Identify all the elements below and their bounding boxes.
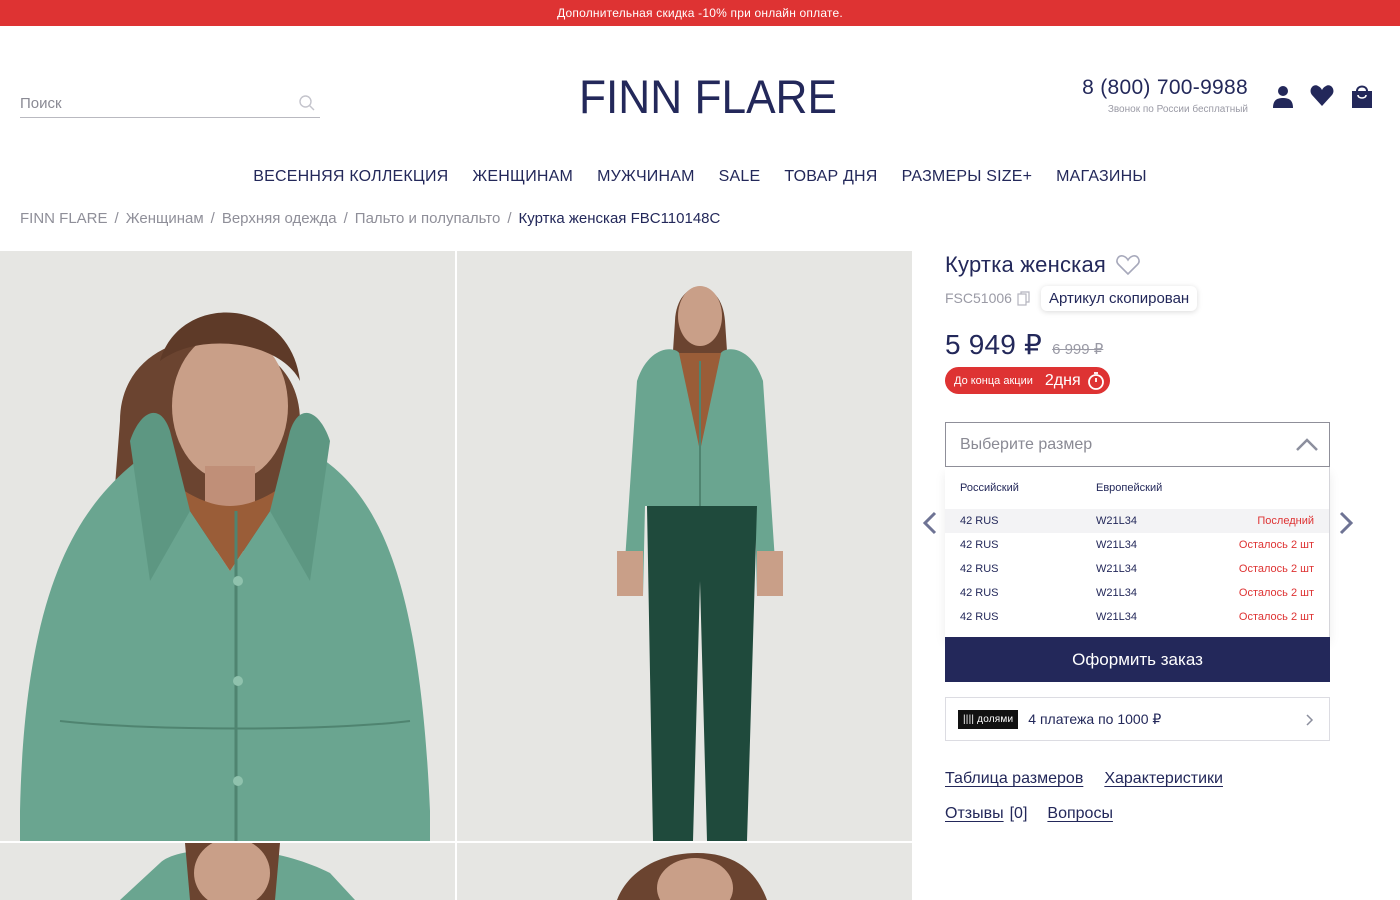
account-icon[interactable] (1270, 82, 1296, 110)
old-price: 6 999 ₽ (1052, 341, 1104, 358)
size-stock: Осталось 2 шт (1238, 563, 1314, 575)
size-ru: 42 RUS (960, 587, 999, 599)
breadcrumb-separator: / (114, 210, 119, 227)
promo-timer-badge: До конца акции 2дня (945, 367, 1110, 394)
product-photo-3[interactable] (0, 843, 455, 900)
breadcrumb-home[interactable]: FINN FLARE (20, 210, 108, 227)
logo[interactable]: FINN FLARE (579, 70, 839, 123)
breadcrumb-current: Куртка женская FBC110148C (518, 210, 721, 227)
sku-copied-toast: Артикул скопирован (1040, 285, 1198, 311)
breadcrumb-women[interactable]: Женщинам (126, 210, 204, 227)
installment-text: 4 платежа по 1000 ₽ (1028, 710, 1162, 727)
size-select-placeholder: Выберите размер (960, 435, 1093, 453)
search-bar (20, 88, 320, 118)
size-header-eu: Европейский (1096, 482, 1163, 494)
reviews-link[interactable]: Отзывы (945, 805, 1004, 823)
promo-timer-label: До конца акции (954, 374, 1033, 387)
size-eu: W21L34 (1096, 611, 1137, 623)
size-ru: 42 RUS (960, 539, 999, 551)
product-photo-1[interactable] (0, 251, 455, 841)
reviews-count: [0] (1009, 805, 1028, 822)
product-links-row-1: Таблица размеров Характеристики (945, 770, 1223, 788)
size-stock: Осталось 2 шт (1238, 539, 1314, 551)
copy-icon[interactable] (1017, 290, 1031, 306)
product-photo-4[interactable] (457, 843, 912, 900)
specs-link[interactable]: Характеристики (1104, 770, 1223, 788)
size-option[interactable]: 42 RUS W21L34 Осталось 2 шт (945, 557, 1329, 581)
product-links-row-2: Отзывы [0] Вопросы (945, 805, 1113, 823)
size-header-ru: Российский (960, 482, 1019, 494)
size-eu: W21L34 (1096, 563, 1137, 575)
promo-banner: Дополнительная скидка -10% при онлайн оп… (0, 0, 1400, 26)
nav-item-size-plus[interactable]: РАЗМЕРЫ SIZE+ (890, 168, 1045, 186)
product-title: Куртка женская (945, 252, 1107, 277)
dolyami-logo: |||| долями (958, 709, 1019, 729)
breadcrumb-coats[interactable]: Пальто и полупальто (355, 210, 501, 227)
size-select[interactable]: Выберите размер (945, 422, 1330, 467)
size-option[interactable]: 42 RUS W21L34 Осталось 2 шт (945, 605, 1329, 629)
size-option[interactable]: 42 RUS W21L34 Осталось 2 шт (945, 581, 1329, 605)
size-dropdown: Российский Европейский 42 RUS W21L34 Пос… (945, 467, 1330, 637)
breadcrumb: FINN FLARE / Женщинам / Верхняя одежда /… (20, 210, 720, 227)
size-ru: 42 RUS (960, 563, 999, 575)
breadcrumb-separator: / (507, 210, 512, 227)
phone-block: 8 (800) 700-9988 Звонок по России беспла… (1060, 76, 1248, 115)
promo-timer-value: 2дня (1044, 371, 1081, 389)
nav-item-men[interactable]: МУЖЧИНАМ (585, 168, 707, 186)
finn-flare-logo: FINN FLARE (579, 70, 837, 123)
promo-banner-text: Дополнительная скидка -10% при онлайн оп… (557, 6, 843, 20)
questions-link[interactable]: Вопросы (1047, 805, 1113, 823)
main-nav: ВЕСЕННЯЯ КОЛЛЕКЦИЯ ЖЕНЩИНАМ МУЖЧИНАМ SAL… (0, 168, 1400, 186)
size-option[interactable]: 42 RUS W21L34 Осталось 2 шт (945, 533, 1329, 557)
heart-icon[interactable] (1309, 82, 1335, 110)
size-eu: W21L34 (1096, 515, 1137, 527)
nav-item-women[interactable]: ЖЕНЩИНАМ (460, 168, 585, 186)
phone-number[interactable]: 8 (800) 700-9988 (1060, 76, 1248, 100)
product-sku: FSC51006 (945, 290, 1012, 306)
size-eu: W21L34 (1096, 539, 1137, 551)
size-eu: W21L34 (1096, 587, 1137, 599)
logo-text: FINN FLARE (579, 70, 837, 122)
installment-banner[interactable]: |||| долями 4 платежа по 1000 ₽ (945, 697, 1330, 741)
size-stock: Осталось 2 шт (1238, 611, 1314, 623)
nav-item-spring[interactable]: ВЕСЕННЯЯ КОЛЛЕКЦИЯ (241, 168, 460, 186)
nav-item-deal-of-day[interactable]: ТОВАР ДНЯ (772, 168, 889, 186)
chevron-left-icon[interactable] (921, 510, 939, 536)
chevron-up-icon[interactable] (1295, 434, 1319, 454)
breadcrumb-outerwear[interactable]: Верхняя одежда (222, 210, 337, 227)
current-price: 5 949 ₽ (945, 329, 1043, 360)
nav-item-sale[interactable]: SALE (707, 168, 773, 186)
size-ru: 42 RUS (960, 515, 999, 527)
product-gallery (0, 251, 912, 900)
stopwatch-icon (1087, 371, 1104, 390)
chevron-right-icon[interactable] (1337, 510, 1355, 536)
cart-icon[interactable] (1349, 82, 1375, 110)
size-chart-link[interactable]: Таблица размеров (945, 770, 1083, 788)
search-input[interactable] (20, 93, 290, 112)
size-stock: Осталось 2 шт (1238, 587, 1314, 599)
size-option[interactable]: 42 RUS W21L34 Последний (945, 509, 1329, 533)
product-photo-2[interactable] (457, 251, 912, 841)
breadcrumb-separator: / (343, 210, 348, 227)
breadcrumb-separator: / (210, 210, 215, 227)
phone-note: Звонок по России бесплатный (1107, 104, 1248, 115)
heart-outline-icon[interactable] (1115, 253, 1141, 277)
size-table-header: Российский Европейский (945, 467, 1329, 509)
order-button[interactable]: Оформить заказ (945, 637, 1330, 682)
size-stock: Последний (1257, 515, 1314, 527)
product-info: Куртка женская FSC51006 Артикул скопиров… (945, 250, 1330, 822)
nav-item-stores[interactable]: МАГАЗИНЫ (1044, 168, 1159, 186)
search-icon[interactable] (298, 94, 316, 112)
size-ru: 42 RUS (960, 611, 999, 623)
chevron-right-icon (1306, 714, 1314, 726)
